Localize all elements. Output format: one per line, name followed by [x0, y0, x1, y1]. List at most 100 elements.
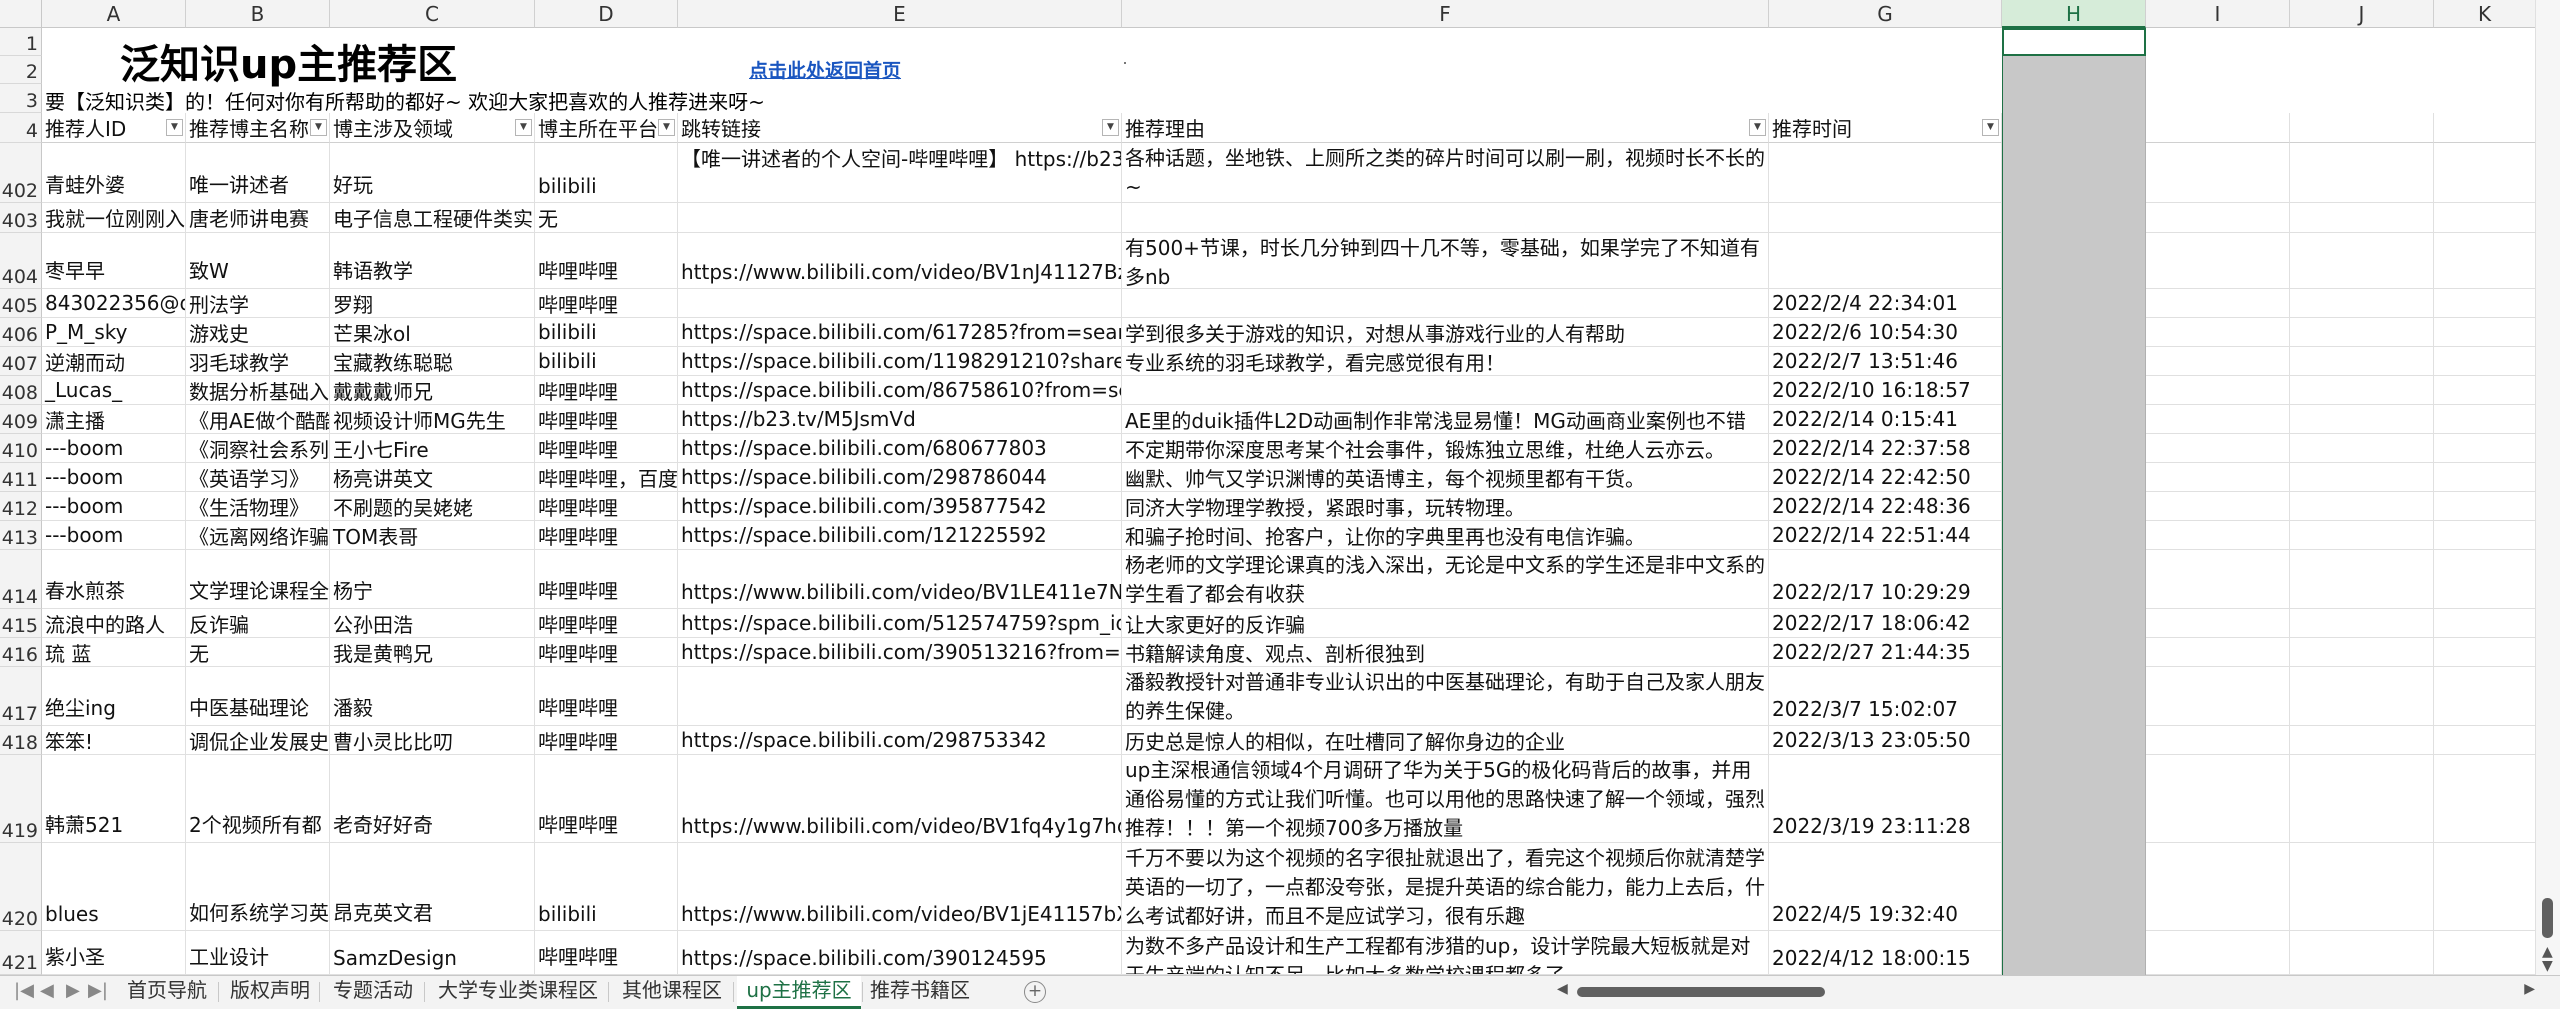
table-cell[interactable]: 2022/2/7 13:51:46 [1769, 347, 2002, 376]
table-cell[interactable]: https://space.bilibili.com/121225592 [678, 521, 1122, 550]
column-header-a[interactable]: A [42, 0, 186, 28]
table-cell[interactable] [2146, 463, 2290, 492]
table-cell[interactable]: 为数不多产品设计和生产工程都有涉猎的up，设计学院最大短板就是对于生产端的认知不… [1122, 931, 1769, 975]
table-cell[interactable]: 数据分析基础入 [186, 376, 330, 405]
sheet-tab[interactable]: 其他课程区 [612, 976, 732, 1006]
table-cell[interactable]: 《用AE做个酷酷 [186, 405, 330, 434]
table-cell[interactable]: 2022/2/17 18:06:42 [1769, 609, 2002, 638]
table-cell[interactable] [2146, 667, 2290, 726]
table-cell[interactable]: bilibili [535, 143, 678, 203]
table-cell[interactable]: 843022356@qq [42, 289, 186, 318]
column-header-h[interactable]: H [2002, 0, 2146, 28]
table-cell[interactable] [2434, 233, 2536, 289]
filter-dropdown-icon[interactable]: ▼ [515, 119, 532, 136]
scroll-right-icon[interactable]: ▶ [2524, 981, 2535, 997]
table-cell[interactable]: 《洞察社会系列 [186, 434, 330, 463]
table-cell[interactable]: 杨老师的文学理论课真的浅入深出，无论是中文系的学生还是非中文系的学生看了都会有收… [1122, 550, 1769, 609]
table-cell[interactable]: 哔哩哔哩 [535, 233, 678, 289]
table-cell[interactable] [2290, 289, 2434, 318]
row-header-404[interactable]: 404 [0, 233, 42, 289]
table-cell[interactable] [2146, 755, 2290, 843]
table-cell[interactable]: 昂克英文君 [330, 843, 535, 931]
table-cell[interactable] [1769, 233, 2002, 289]
column-header-g[interactable]: G [1769, 0, 2002, 28]
sheet-tab[interactable]: 大学专业类课程区 [428, 976, 608, 1006]
table-cell[interactable]: 哔哩哔哩 [535, 755, 678, 843]
table-cell[interactable]: 历史总是惊人的相似，在吐槽同了解你身边的企业 [1122, 726, 1769, 755]
table-cell[interactable]: ---boom [42, 521, 186, 550]
table-cell[interactable]: 同济大学物理学教授，紧跟时事，玩转物理。 [1122, 492, 1769, 521]
table-cell[interactable] [2434, 755, 2536, 843]
table-cell[interactable] [2146, 931, 2290, 975]
table-cell[interactable]: 【唯一讲述者的个人空间-哔哩哔哩】 https://b23.tv/ [678, 143, 1122, 203]
tab-first-icon[interactable]: |◀ [14, 980, 34, 1001]
table-cell[interactable] [2290, 843, 2434, 931]
table-cell[interactable] [2434, 405, 2536, 434]
header-cell-f[interactable]: 推荐理由 ▼ [1122, 113, 1769, 143]
table-cell[interactable]: 如何系统学习英 [186, 843, 330, 931]
table-cell[interactable]: 琉 蓝 [42, 638, 186, 667]
table-cell[interactable]: 和骗子抢时间、抢客户，让你的字典里再也没有电信诈骗。 [1122, 521, 1769, 550]
row-header-405[interactable]: 405 [0, 289, 42, 318]
table-cell[interactable] [678, 667, 1122, 726]
table-cell[interactable]: 调侃企业发展史 [186, 726, 330, 755]
filter-dropdown-icon[interactable]: ▼ [1749, 119, 1766, 136]
table-cell[interactable] [2434, 843, 2536, 931]
table-cell[interactable]: 2个视频所有都 [186, 755, 330, 843]
table-cell[interactable] [2434, 376, 2536, 405]
row-header-412[interactable]: 412 [0, 492, 42, 521]
column-header-e[interactable]: E [678, 0, 1122, 28]
table-cell[interactable]: 《英语学习》 [186, 463, 330, 492]
horizontal-scroll-thumb[interactable] [1577, 987, 1825, 997]
row-header-402[interactable]: 402 [0, 143, 42, 203]
table-cell[interactable]: 公孙田浩 [330, 609, 535, 638]
table-cell[interactable] [2290, 376, 2434, 405]
scroll-left-icon[interactable]: ◀ [1557, 981, 1568, 997]
table-cell[interactable] [1122, 203, 1769, 233]
table-cell[interactable]: https://space.bilibili.com/298786044 [678, 463, 1122, 492]
row-header-411[interactable]: 411 [0, 463, 42, 492]
table-cell[interactable] [2146, 347, 2290, 376]
filter-dropdown-icon[interactable]: ▼ [1982, 119, 1999, 136]
row-header-417[interactable]: 417 [0, 667, 42, 726]
table-cell[interactable]: 幽默、帅气又学识渊博的英语博主，每个视频里都有干货。 [1122, 463, 1769, 492]
table-cell[interactable]: 2022/2/14 22:48:36 [1769, 492, 2002, 521]
row-header-416[interactable]: 416 [0, 638, 42, 667]
table-cell[interactable] [2146, 492, 2290, 521]
table-cell[interactable] [2146, 289, 2290, 318]
select-all-corner[interactable] [0, 0, 42, 28]
table-cell[interactable]: 哔哩哔哩 [535, 376, 678, 405]
table-cell[interactable] [2434, 463, 2536, 492]
table-cell[interactable] [1122, 376, 1769, 405]
table-cell[interactable]: ---boom [42, 434, 186, 463]
row-header-421[interactable]: 421 [0, 931, 42, 975]
tab-prev-icon[interactable]: ◀ [40, 980, 54, 1001]
table-cell[interactable]: bilibili [535, 318, 678, 347]
table-cell[interactable]: 春水煎茶 [42, 550, 186, 609]
tab-next-icon[interactable]: ▶ [66, 980, 80, 1001]
horizontal-scrollbar[interactable]: ◀ ▶ [1555, 979, 2535, 1005]
filter-dropdown-icon[interactable]: ▼ [658, 119, 675, 136]
scroll-down-icon[interactable]: ▼ [2542, 958, 2553, 974]
table-cell[interactable]: 2022/2/10 16:18:57 [1769, 376, 2002, 405]
sheet-tab[interactable]: 专题活动 [323, 976, 423, 1006]
row-header-1[interactable]: 1 [0, 28, 42, 56]
table-cell[interactable]: 学到很多关于游戏的知识，对想从事游戏行业的人有帮助 [1122, 318, 1769, 347]
table-cell[interactable] [2146, 609, 2290, 638]
table-cell[interactable] [1769, 203, 2002, 233]
table-cell[interactable]: 笨笨! [42, 726, 186, 755]
table-cell[interactable]: 2022/2/14 0:15:41 [1769, 405, 2002, 434]
table-cell[interactable]: 我就一位刚刚入 [42, 203, 186, 233]
table-cell[interactable] [2290, 638, 2434, 667]
row-header-410[interactable]: 410 [0, 434, 42, 463]
table-cell[interactable] [2290, 609, 2434, 638]
table-cell[interactable]: 2022/2/6 10:54:30 [1769, 318, 2002, 347]
table-cell[interactable]: 哔哩哔哩 [535, 492, 678, 521]
table-cell[interactable] [2146, 376, 2290, 405]
row-header-406[interactable]: 406 [0, 318, 42, 347]
row-header-3[interactable]: 3 [0, 84, 42, 113]
table-cell[interactable] [2290, 726, 2434, 755]
table-cell[interactable] [2434, 143, 2536, 203]
row-header-2[interactable]: 2 [0, 56, 42, 84]
table-cell[interactable]: bilibili [535, 843, 678, 931]
